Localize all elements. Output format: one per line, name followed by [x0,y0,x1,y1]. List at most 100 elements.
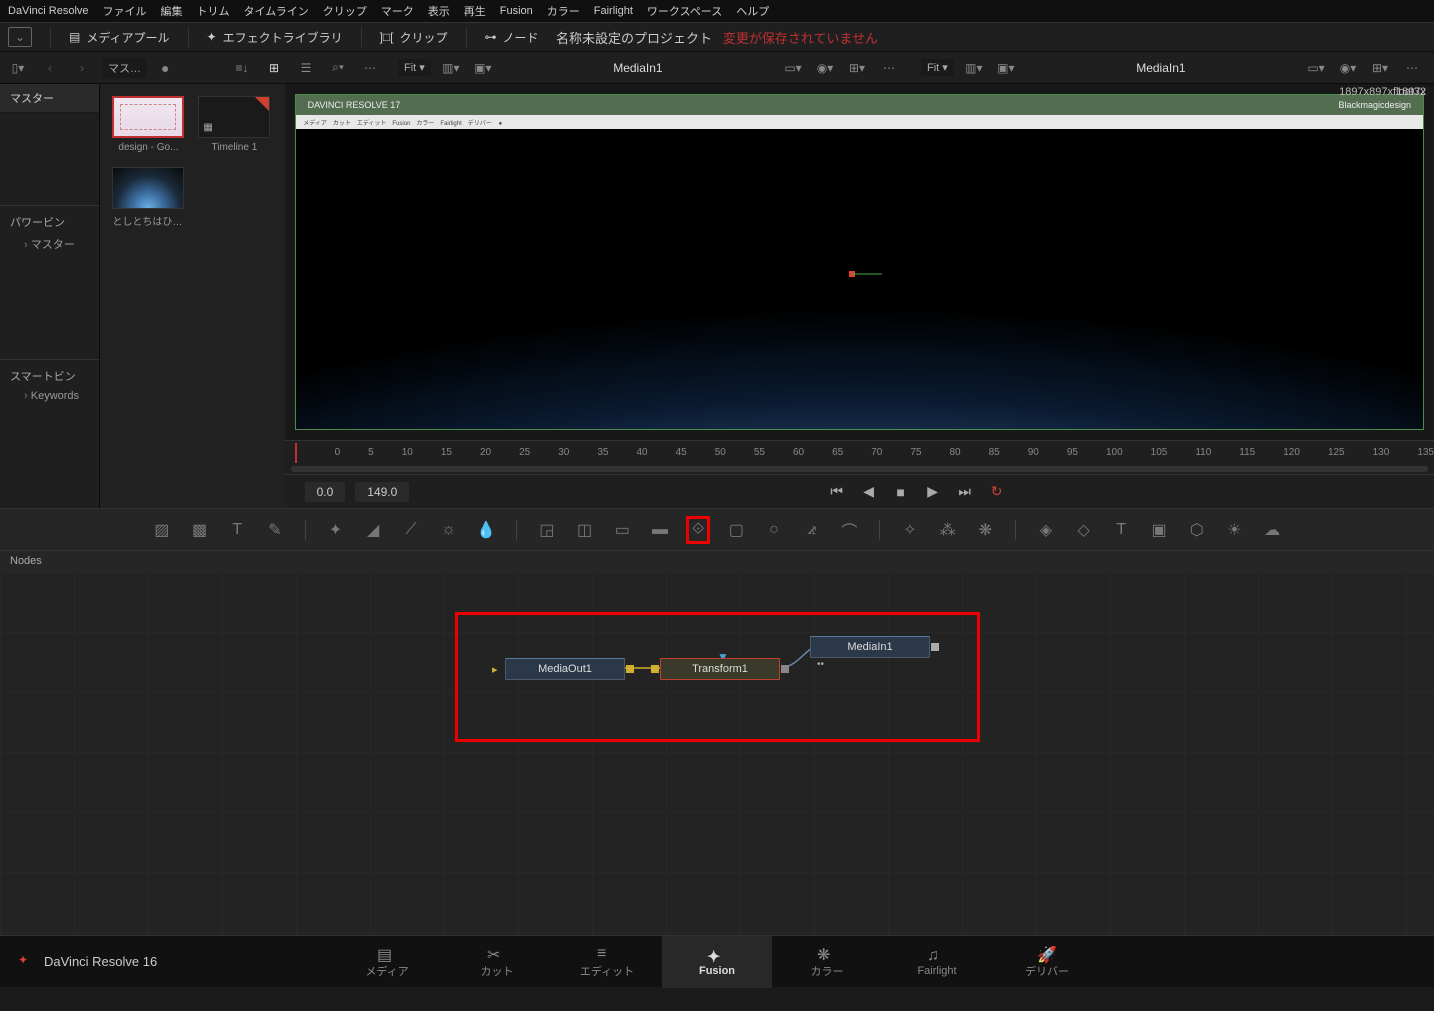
viewer1-grid-icon[interactable]: ⊞▾ [845,58,869,78]
viewer1-ball-icon[interactable]: ◉▾ [813,58,837,78]
nodes-icon: ⊶ [485,30,497,44]
letterbox-tool-icon[interactable]: ▬ [648,516,672,544]
prender-tool-icon[interactable]: ❋ [974,516,998,544]
viewer2-rect-icon[interactable]: ▭▾ [1304,58,1328,78]
menu-clip[interactable]: クリップ [323,3,367,19]
media-clip-design[interactable]: design - Go... [112,96,184,153]
blur-tool-icon[interactable]: 💧 [474,516,498,544]
search-icon[interactable]: ⌕▾ [326,58,350,78]
ellipse-mask-icon[interactable]: ○ [762,516,786,544]
viewer2-split-icon[interactable]: ▥▾ [962,58,986,78]
crop-tool-icon[interactable]: ▢ [724,516,748,544]
power-bin-master[interactable]: マスター [10,230,89,258]
menu-file[interactable]: ファイル [103,3,147,19]
polygon-mask-icon[interactable]: ⦨ [800,516,824,544]
spotlight-tool-icon[interactable]: ☀ [1223,516,1247,544]
menu-playback[interactable]: 再生 [464,3,486,19]
smart-bin-keywords[interactable]: Keywords [10,384,89,408]
play-reverse-button[interactable]: ◀ [858,481,880,503]
page-color[interactable]: ❋カラー [772,936,882,988]
viewer2-ball-icon[interactable]: ◉▾ [1336,58,1360,78]
loop-button[interactable]: ↻ [986,481,1008,503]
media-pool-button[interactable]: ▤ メディアプール [69,29,170,46]
viewer1-more-icon[interactable]: ⋯ [877,58,901,78]
page-media[interactable]: ▤メディア [332,936,442,988]
nav-fwd-icon[interactable]: › [70,58,94,78]
viewer2-opts-icon[interactable]: ▣▾ [994,58,1018,78]
page-fairlight[interactable]: ♫Fairlight [882,936,992,988]
text3d-tool-icon[interactable]: T [1109,516,1133,544]
viewer2-grid-icon[interactable]: ⊞▾ [1368,58,1392,78]
renderer3d-tool-icon[interactable]: ☁ [1260,516,1284,544]
transform-tool-icon[interactable]: ⟐ [686,516,711,544]
bin-dropdown[interactable]: マス… [102,58,147,78]
play-button[interactable]: ▶ [922,481,944,503]
viewer2-more-icon[interactable]: ⋯ [1400,58,1424,78]
grid-view-icon[interactable]: ⊞ [262,58,286,78]
text-tool-icon[interactable]: T [225,516,249,544]
merge-tool-icon[interactable]: ◲ [535,516,559,544]
viewer2-fit-dropdown[interactable]: Fit ▾ [921,59,954,76]
pemitter-tool-icon[interactable]: ⁂ [936,516,960,544]
fastnoise-tool-icon[interactable]: ▩ [188,516,212,544]
time-ruler[interactable]: 0510152025303540455055606570758085909510… [285,440,1434,464]
viewer1-opts-icon[interactable]: ▣▾ [471,58,495,78]
mattecontrol-tool-icon[interactable]: ◫ [573,516,597,544]
brightness-tool-icon[interactable]: ◢ [361,516,385,544]
more-icon[interactable]: ⋯ [358,58,382,78]
tracker-tool-icon[interactable]: ✦ [324,516,348,544]
node-transform1[interactable]: Transform1 [660,658,780,680]
shape3d-tool-icon[interactable]: ◈ [1034,516,1058,544]
dropdown-button[interactable]: ⌄ [8,27,32,47]
merge3d-tool-icon[interactable]: ⬡ [1185,516,1209,544]
bspline-mask-icon[interactable]: ⌒ [838,516,862,544]
list-view-icon[interactable]: ☰ [294,58,318,78]
paint-tool-icon[interactable]: ✎ [263,516,287,544]
menu-fairlight[interactable]: Fairlight [594,5,633,17]
clips-button[interactable]: ]□[ クリップ [380,29,448,46]
media-clip-earth[interactable]: としとちはひを ... [112,167,184,228]
nav-back-icon[interactable]: ‹ [38,58,62,78]
menu-app[interactable]: DaVinci Resolve [8,5,89,17]
colorcorrect-tool-icon[interactable]: ☼ [437,516,461,544]
menu-view[interactable]: 表示 [428,3,450,19]
channelbool-tool-icon[interactable]: ⟋ [399,516,423,544]
page-fusion[interactable]: ✦Fusion [662,936,772,988]
page-edit[interactable]: ≡エディット [552,936,662,988]
menu-color[interactable]: カラー [547,3,580,19]
nodes-canvas[interactable]: ▼ ▸ MediaOut1 Transform1 •• MediaIn1 [0,572,1434,935]
media-grid[interactable]: design - Go... ▦ Timeline 1 としとちはひを ... [100,84,284,508]
imageplane-tool-icon[interactable]: ◇ [1072,516,1096,544]
effects-button[interactable]: ✦ エフェクトライブラリ [207,29,343,46]
menu-bar[interactable]: DaVinci Resolve ファイル 編集 トリム タイムライン クリップ … [0,0,1434,22]
menu-mark[interactable]: マーク [381,3,414,19]
layout-icon[interactable]: ▯▾ [6,58,30,78]
menu-trim[interactable]: トリム [197,3,230,19]
first-frame-button[interactable]: ⏮ [826,481,848,503]
master-bin-tab[interactable]: マスター [0,84,99,113]
media-clip-timeline[interactable]: ▦ Timeline 1 [198,96,270,153]
last-frame-button[interactable]: ⏭ [954,481,976,503]
menu-edit[interactable]: 編集 [161,3,183,19]
particles-tool-icon[interactable]: ✧ [898,516,922,544]
background-tool-icon[interactable]: ▨ [150,516,174,544]
viewer1-split-icon[interactable]: ▥▾ [439,58,463,78]
camera3d-tool-icon[interactable]: ▣ [1147,516,1171,544]
page-cut[interactable]: ✂カット [442,936,552,988]
viewer1-rect-icon[interactable]: ▭▾ [781,58,805,78]
menu-timeline[interactable]: タイムライン [244,3,309,19]
ruler-scrollbar[interactable] [285,464,1434,474]
resize-tool-icon[interactable]: ▭ [610,516,634,544]
stop-button[interactable]: ■ [890,481,912,503]
node-mediain1[interactable]: •• MediaIn1 [810,636,930,658]
page-deliver[interactable]: 🚀デリバー [992,936,1102,988]
node-mediaout1[interactable]: ▸ MediaOut1 [505,658,625,680]
media-sidebar: マスター パワービン マスター スマートビン Keywords [0,84,100,508]
menu-workspace[interactable]: ワークスペース [647,3,722,19]
nodes-button[interactable]: ⊶ ノード [485,29,539,46]
menu-fusion[interactable]: Fusion [500,5,533,17]
viewer1-fit-dropdown[interactable]: Fit ▾ [398,59,431,76]
sort-icon[interactable]: ≡↓ [230,58,254,78]
viewer-left[interactable]: 1897x897xfloat32 DAVINCI RESOLVE 17Black… [285,84,1434,508]
menu-help[interactable]: ヘルプ [736,3,769,19]
